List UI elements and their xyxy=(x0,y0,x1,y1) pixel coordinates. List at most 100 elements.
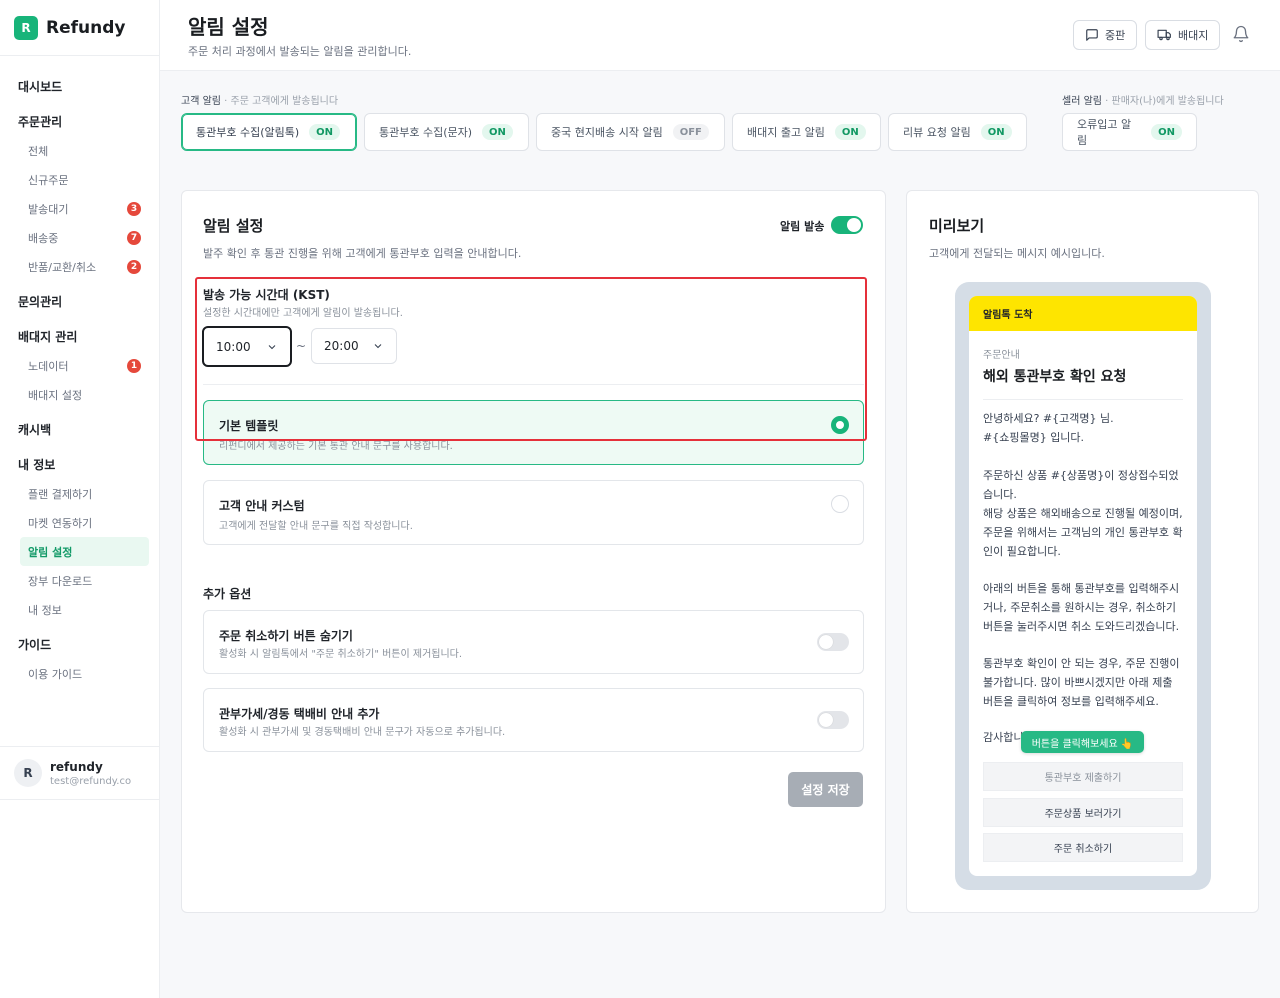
count-badge: 2 xyxy=(127,259,141,274)
toggle-knob xyxy=(847,218,861,232)
template-option-custom[interactable]: 고객 안내 커스텀 고객에게 전달할 안내 문구를 직접 작성합니다. xyxy=(203,480,864,545)
tab-label: 통관부호 수집(알림톡) xyxy=(196,126,300,139)
truck-icon xyxy=(1157,29,1171,41)
option-title: 관부가세/경동 택배비 안내 추가 xyxy=(219,707,380,721)
preview-title: 미리보기 xyxy=(929,217,985,235)
settings-title: 알림 설정 xyxy=(203,217,264,235)
user-profile[interactable]: R refundy test@refundy.co xyxy=(0,746,159,800)
sidebar-section-dashboard[interactable]: 대시보드 xyxy=(0,72,159,101)
option-title: 주문 취소하기 버튼 숨기기 xyxy=(219,629,353,643)
template-description: 고객에게 전달할 안내 문구를 직접 작성합니다. xyxy=(219,521,413,532)
sidebar-section-cashback[interactable]: 캐시백 xyxy=(0,415,159,444)
sidebar-item-label: 알림 설정 xyxy=(28,545,73,559)
template-radio-custom[interactable] xyxy=(831,495,849,513)
settings-description: 발주 확인 후 통관 진행을 위해 고객에게 통관부호 입력을 안내합니다. xyxy=(203,247,522,260)
submit-customs-code-button[interactable]: 통관부호 제출하기 xyxy=(983,762,1183,791)
sidebar-item-label: 배송중 xyxy=(28,231,59,245)
tax-notice-toggle[interactable] xyxy=(817,711,849,729)
status-badge: ON xyxy=(1151,124,1182,140)
status-badge: ON xyxy=(309,124,341,140)
sidebar-item-pending-shipment[interactable]: 발송대기 3 xyxy=(0,194,159,223)
tab-china-shipping-start[interactable]: 중국 현지배송 시작 알림 OFF xyxy=(536,113,725,151)
tab-review-request[interactable]: 리뷰 요청 알림 ON xyxy=(888,113,1027,151)
sidebar-item-ledger-download[interactable]: 장부 다운로드 xyxy=(0,566,159,595)
sidebar-item-in-delivery[interactable]: 배송중 7 xyxy=(0,223,159,252)
option-description: 활성화 시 알림톡에서 "주문 취소하기" 버튼이 제거됩니다. xyxy=(219,649,463,660)
group-label-note: · 주문 고객에게 발송됩니다 xyxy=(224,96,339,107)
sidebar-item-new-orders[interactable]: 신규주문 xyxy=(0,165,159,194)
sidebar: R Refundy 대시보드 주문관리 전체 신규주문 발송대기 3 배송중 7 반… xyxy=(0,0,160,998)
sidebar-item-returns[interactable]: 반품/교환/취소 2 xyxy=(0,252,159,281)
tab-customs-code-alimtalk[interactable]: 통관부호 수집(알림톡) ON xyxy=(181,113,357,151)
sidebar-section-forwarder[interactable]: 배대지 관리 xyxy=(0,322,159,351)
sidebar-item-label: 장부 다운로드 xyxy=(28,574,93,588)
avatar: R xyxy=(14,759,42,787)
page-header: 알림 설정 주문 처리 과정에서 발송되는 알림을 관리합니다. 중판 배대지 xyxy=(160,0,1280,71)
send-toggle-label: 알림 발송 xyxy=(780,220,825,233)
hide-cancel-toggle[interactable] xyxy=(817,633,849,651)
sidebar-item-label: 내 정보 xyxy=(28,603,62,617)
tab-label: 배대지 출고 알림 xyxy=(747,126,825,139)
cancel-order-button[interactable]: 주문 취소하기 xyxy=(983,833,1183,862)
extra-option-tax-notice: 관부가세/경동 택배비 안내 추가 활성화 시 관부가세 및 경동택배비 안내 … xyxy=(203,688,864,752)
tab-forwarder-release[interactable]: 배대지 출고 알림 ON xyxy=(732,113,881,151)
save-settings-button[interactable]: 설정 저장 xyxy=(788,772,863,807)
template-title: 고객 안내 커스텀 xyxy=(219,499,305,513)
sidebar-item-label: 신규주문 xyxy=(28,173,69,187)
message-square-icon xyxy=(1086,29,1098,41)
brand-name: Refundy xyxy=(46,17,126,38)
preview-description: 고객에게 전달되는 메시지 예시입니다. xyxy=(929,247,1105,260)
view-order-button[interactable]: 주문상품 보러가기 xyxy=(983,798,1183,827)
page-subtitle: 주문 처리 과정에서 발송되는 알림을 관리합니다. xyxy=(188,45,412,58)
message-category: 주문안내 xyxy=(983,350,1020,361)
bell-icon[interactable] xyxy=(1232,25,1250,47)
sidebar-nav: 대시보드 주문관리 전체 신규주문 발송대기 3 배송중 7 반품/교환/취소 2 문… xyxy=(0,56,159,688)
sidebar-item-profile[interactable]: 내 정보 xyxy=(0,595,159,624)
sidebar-item-label: 반품/교환/취소 xyxy=(28,260,97,274)
option-description: 활성화 시 관부가세 및 경동택배비 안내 문구가 자동으로 추가됩니다. xyxy=(219,727,506,738)
sidebar-item-no-data[interactable]: 노데이터 1 xyxy=(0,351,159,380)
sidebar-section-orders[interactable]: 주문관리 xyxy=(0,107,159,136)
sidebar-item-plan-payment[interactable]: 플랜 결제하기 xyxy=(0,479,159,508)
message-body-1: 주문하신 상품 #{상품명}이 정상접수되었습니다. 해당 상품은 해외배송으로… xyxy=(983,469,1183,558)
click-hint-tooltip: 버튼을 클릭해보세요 👆 xyxy=(1021,731,1144,753)
count-badge: 7 xyxy=(127,230,141,245)
count-badge: 3 xyxy=(127,201,141,216)
header-button-label: 배대지 xyxy=(1178,29,1209,42)
status-badge: ON xyxy=(834,124,866,140)
user-name: refundy xyxy=(50,759,103,774)
sidebar-section-guide[interactable]: 가이드 xyxy=(0,630,159,659)
sidebar-section-inquiries[interactable]: 문의관리 xyxy=(0,287,159,316)
status-badge: ON xyxy=(482,124,513,140)
tab-customs-code-sms[interactable]: 통관부호 수집(문자) ON xyxy=(364,113,529,151)
tab-wrong-receipt[interactable]: 오류입고 알림 ON xyxy=(1062,113,1197,151)
group-label-note: · 판매자(나)에게 발송됩니다 xyxy=(1105,96,1224,107)
customer-alerts-label: 고객 알림 · 주문 고객에게 발송됩니다 xyxy=(181,92,338,107)
seller-alerts-label: 셀러 알림 · 판매자(나)에게 발송됩니다 xyxy=(1062,92,1224,107)
sidebar-item-label: 배대지 설정 xyxy=(28,388,83,402)
page-title: 알림 설정 xyxy=(188,15,269,39)
status-badge: ON xyxy=(980,124,1012,140)
header-button-forwarder[interactable]: 배대지 xyxy=(1145,20,1221,50)
sidebar-item-notification-settings[interactable]: 알림 설정 xyxy=(20,537,149,566)
message-title: 해외 통관부호 확인 요청 xyxy=(983,369,1127,385)
sidebar-section-my-info[interactable]: 내 정보 xyxy=(0,450,159,479)
sidebar-item-label: 발송대기 xyxy=(28,202,69,216)
sidebar-item-label: 플랜 결제하기 xyxy=(28,487,93,501)
toggle-knob xyxy=(819,713,833,727)
sidebar-item-market-link[interactable]: 마켓 연동하기 xyxy=(0,508,159,537)
message-divider xyxy=(983,399,1183,400)
sidebar-item-user-guide[interactable]: 이용 가이드 xyxy=(0,659,159,688)
message-header: 알림톡 도착 xyxy=(969,296,1197,331)
sidebar-item-forwarder-settings[interactable]: 배대지 설정 xyxy=(0,380,159,409)
message-body-2: 아래의 버튼을 통해 통관부호를 입력해주시거나, 주문취소를 원하시는 경우,… xyxy=(983,582,1180,633)
tab-label: 오류입고 알림 xyxy=(1077,118,1132,147)
sidebar-item-all[interactable]: 전체 xyxy=(0,136,159,165)
highlight-box xyxy=(195,277,867,441)
message-greeting: 안녕하세요? #{고객명} 님. #{쇼핑몰명} 입니다. xyxy=(983,412,1114,444)
sidebar-item-label: 전체 xyxy=(28,144,49,158)
send-toggle[interactable] xyxy=(831,216,863,234)
header-button-board[interactable]: 중판 xyxy=(1073,20,1138,50)
brand[interactable]: R Refundy xyxy=(0,0,159,56)
count-badge: 1 xyxy=(127,358,141,373)
